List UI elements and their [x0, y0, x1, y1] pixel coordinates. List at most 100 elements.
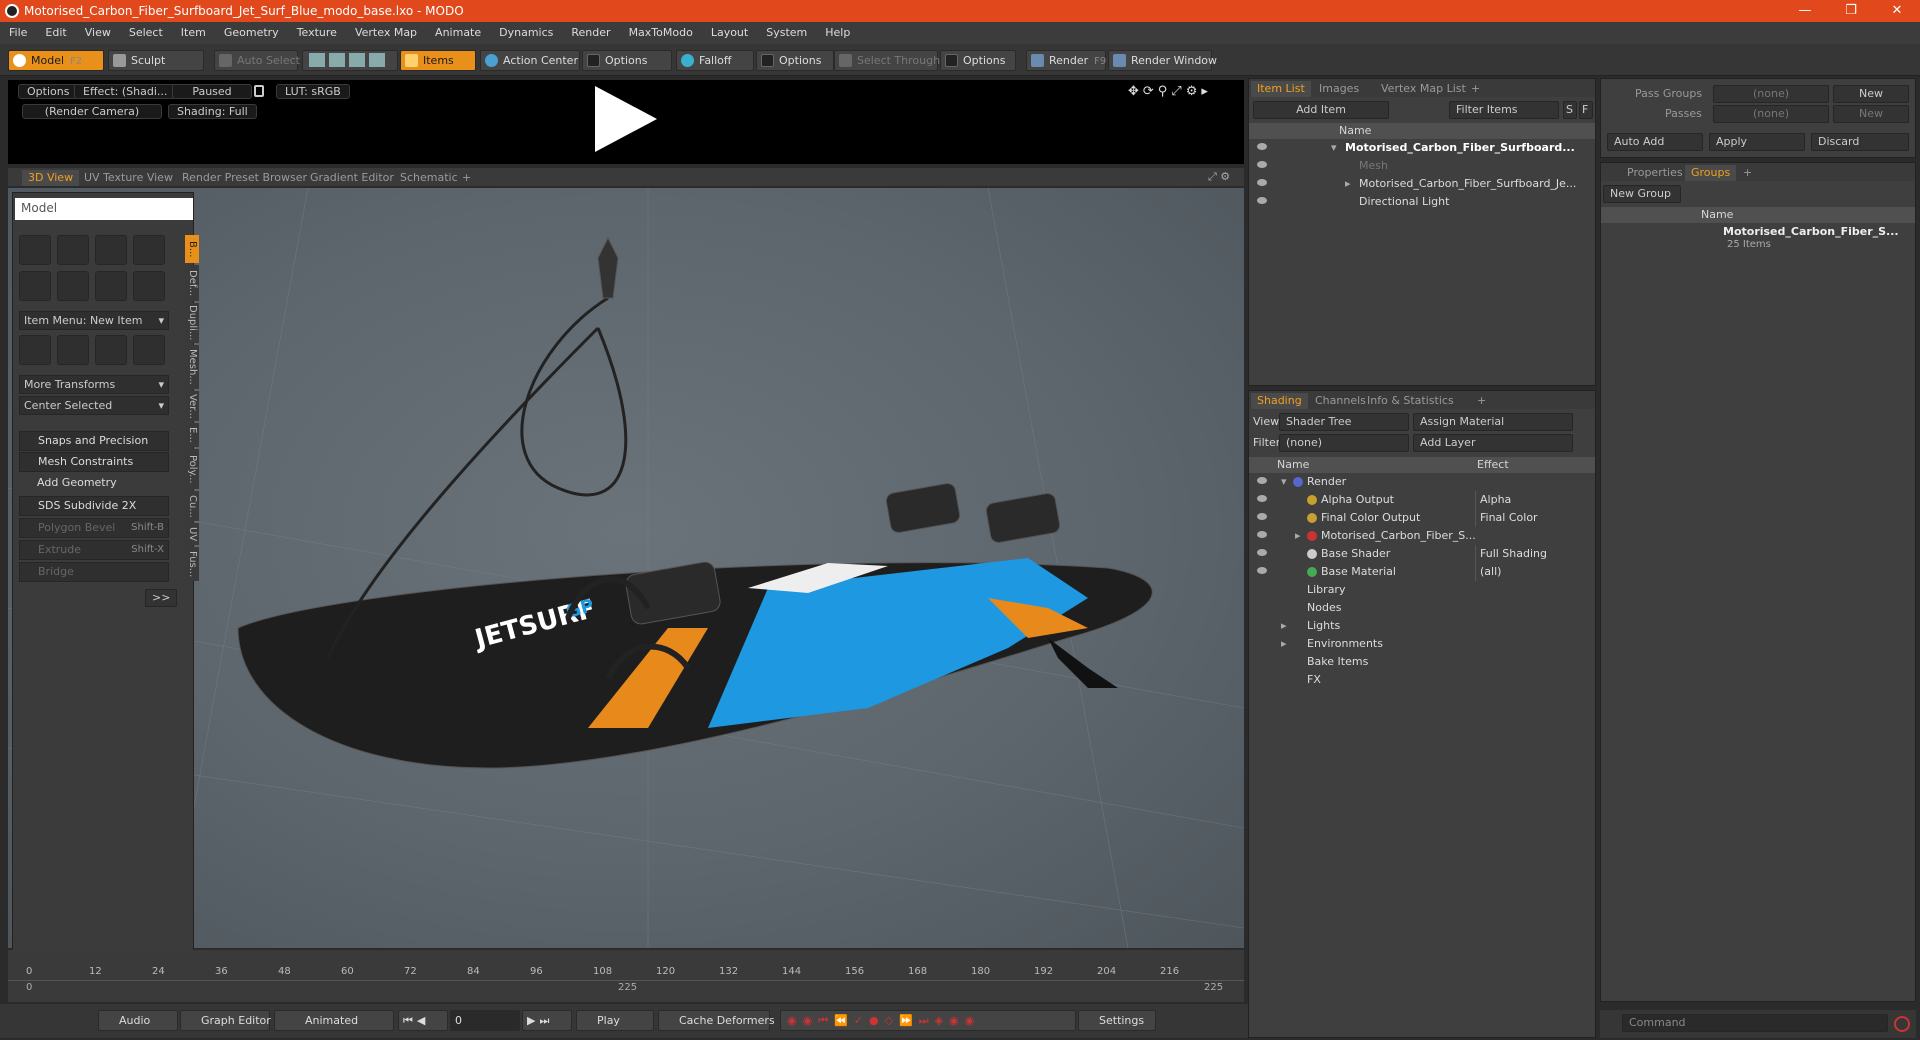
sphere-primitive-button[interactable] — [57, 235, 89, 265]
snaps-precision-button[interactable]: Snaps and Precision — [19, 431, 169, 451]
side-tab-basic[interactable]: B... — [185, 235, 199, 263]
viewport-settings-icon[interactable]: ⤢ ⚙ — [1208, 170, 1230, 184]
action-center-options-button[interactable]: Options — [582, 50, 672, 71]
filter-dropdown[interactable]: (none) — [1279, 434, 1409, 452]
more-tools-button[interactable]: >> — [145, 589, 178, 607]
visibility-eye-icon[interactable] — [1257, 549, 1267, 556]
shader-effect-dropdown[interactable]: Alpha — [1475, 491, 1585, 509]
auto-add-button[interactable]: Auto Add — [1607, 133, 1703, 151]
settings-button[interactable]: Settings — [1078, 1010, 1156, 1031]
menu-system[interactable]: System — [757, 22, 816, 44]
command-input[interactable]: Command — [1622, 1014, 1888, 1032]
preview-shading-dropdown[interactable]: Shading: Full — [168, 104, 257, 119]
frame-input[interactable]: 0 — [450, 1010, 520, 1031]
materials-mode-icon[interactable] — [369, 53, 385, 67]
shader-tree-row[interactable]: Final Color Output Final Color — [1249, 509, 1595, 527]
side-tab-curve[interactable]: Cu... — [185, 491, 199, 521]
minimize-button[interactable]: — — [1782, 0, 1828, 22]
side-tab-duplicate[interactable]: Dupli... — [185, 303, 199, 343]
preview-paused-button[interactable]: Paused — [172, 84, 252, 99]
pen-tool-button[interactable] — [95, 271, 127, 301]
tab-3d-view[interactable]: 3D View — [22, 170, 80, 186]
visibility-eye-icon[interactable] — [1257, 161, 1267, 168]
tab-uv-texture-view[interactable]: UV Texture View — [78, 170, 179, 186]
cone-primitive-button[interactable] — [133, 235, 165, 265]
add-tab-button[interactable]: + — [1737, 165, 1758, 181]
visibility-eye-icon[interactable] — [1257, 179, 1267, 186]
side-tab-uv[interactable]: UV — [185, 523, 199, 545]
shader-tree-row[interactable]: FX — [1249, 671, 1595, 689]
expand-arrow-icon[interactable]: ▸ — [1281, 635, 1287, 653]
new-pass-button[interactable]: New — [1833, 105, 1909, 123]
grid-tool-button[interactable] — [57, 335, 89, 365]
shader-tree-row[interactable]: ▸ Lights — [1249, 617, 1595, 635]
add-tab-button[interactable]: + — [456, 170, 477, 186]
more-transforms-dropdown[interactable]: More Transforms — [19, 375, 169, 394]
pass-groups-dropdown[interactable]: (none) — [1713, 85, 1829, 103]
sds-subdivide-button[interactable]: SDS Subdivide 2X — [19, 496, 169, 516]
capsule-primitive-button[interactable] — [57, 271, 89, 301]
tab-schematic[interactable]: Schematic — [394, 170, 464, 186]
group-item-name[interactable]: Motorised_Carbon_Fiber_S... — [1723, 225, 1899, 238]
preview-options-button[interactable]: Options — [18, 84, 79, 99]
shader-tree-row[interactable]: ▾ Render — [1249, 473, 1595, 491]
model-mode-button[interactable]: Model F2 — [8, 50, 104, 71]
expand-arrow-icon[interactable]: ▸ — [1345, 175, 1351, 193]
edges-mode-icon[interactable] — [329, 53, 345, 67]
tab-info-statistics[interactable]: Info & Statistics — [1361, 393, 1460, 409]
new-pass-group-button[interactable]: New — [1833, 85, 1909, 103]
next-key-buttons[interactable]: ▶⏭ — [522, 1010, 572, 1031]
shader-tree-row[interactable]: Nodes — [1249, 599, 1595, 617]
tab-groups[interactable]: Groups — [1685, 165, 1737, 181]
menu-edit[interactable]: Edit — [36, 22, 75, 44]
maximize-button[interactable]: ❐ — [1828, 0, 1874, 22]
add-geometry-header[interactable]: Add Geometry — [19, 474, 169, 494]
tab-vertex-map-list[interactable]: Vertex Map List — [1375, 81, 1472, 97]
f-toggle[interactable]: F — [1579, 101, 1593, 119]
menu-geometry[interactable]: Geometry — [215, 22, 288, 44]
apply-button[interactable]: Apply — [1709, 133, 1805, 151]
falloff-button[interactable]: Falloff — [676, 50, 754, 71]
items-mode-button[interactable]: Items — [400, 50, 476, 71]
visibility-eye-icon[interactable] — [1257, 197, 1267, 204]
preview-nav-icons[interactable]: ✥⟳⚲⤢⚙▸ — [1128, 84, 1212, 99]
item-list-row[interactable]: Mesh — [1249, 157, 1595, 175]
side-tab-polygon[interactable]: Poly... — [185, 449, 199, 489]
play-icon[interactable] — [595, 86, 657, 152]
add-layer-dropdown[interactable]: Add Layer — [1413, 434, 1573, 452]
tab-item-list[interactable]: Item List — [1251, 81, 1311, 97]
visibility-eye-icon[interactable] — [1257, 531, 1267, 538]
new-group-button[interactable]: New Group — [1603, 185, 1681, 203]
lock-icon[interactable] — [254, 85, 264, 97]
item-menu-dropdown[interactable]: Item Menu: New Item — [19, 311, 169, 330]
cache-deformers-button[interactable]: Cache Deformers — [658, 1010, 775, 1031]
sculpt-mode-button[interactable]: Sculpt — [108, 50, 204, 71]
extrude-button[interactable]: Extrude Shift-X — [19, 540, 169, 560]
menu-render[interactable]: Render — [562, 22, 619, 44]
menu-item[interactable]: Item — [172, 22, 215, 44]
action-center-button[interactable]: Action Center — [480, 50, 580, 71]
tab-gradient-editor[interactable]: Gradient Editor — [304, 170, 400, 186]
side-tab-mesh[interactable]: Mesh... — [185, 345, 199, 389]
item-list-row[interactable]: Directional Light — [1249, 193, 1595, 211]
menu-view[interactable]: View — [76, 22, 120, 44]
expand-arrow-icon[interactable]: ▸ — [1281, 617, 1287, 635]
text-tool-button[interactable] — [133, 271, 165, 301]
bridge-button[interactable]: Bridge — [19, 562, 169, 582]
graph-editor-button[interactable]: Graph Editor — [180, 1010, 271, 1031]
side-tab-edge[interactable]: E... — [185, 423, 199, 447]
menu-file[interactable]: File — [0, 22, 36, 44]
item-list-row[interactable]: ▾ Motorised_Carbon_Fiber_Surfboard... — [1249, 139, 1595, 157]
preview-camera-dropdown[interactable]: (Render Camera) — [22, 104, 162, 119]
expand-arrow-icon[interactable]: ▸ — [1295, 527, 1301, 545]
visibility-eye-icon[interactable] — [1257, 513, 1267, 520]
shader-tree-row[interactable]: Base Material (all) — [1249, 563, 1595, 581]
menu-layout[interactable]: Layout — [702, 22, 757, 44]
cylinder-primitive-button[interactable] — [95, 235, 127, 265]
shader-tree-row[interactable]: Base Shader Full Shading — [1249, 545, 1595, 563]
expand-arrow-icon[interactable]: ▾ — [1281, 473, 1287, 491]
menu-vertex-map[interactable]: Vertex Map — [346, 22, 426, 44]
center-selected-dropdown[interactable]: Center Selected — [19, 396, 169, 415]
item-list-row[interactable]: ▸ Motorised_Carbon_Fiber_Surfboard_Je... — [1249, 175, 1595, 193]
pyramid-mesh-button[interactable] — [133, 335, 165, 365]
